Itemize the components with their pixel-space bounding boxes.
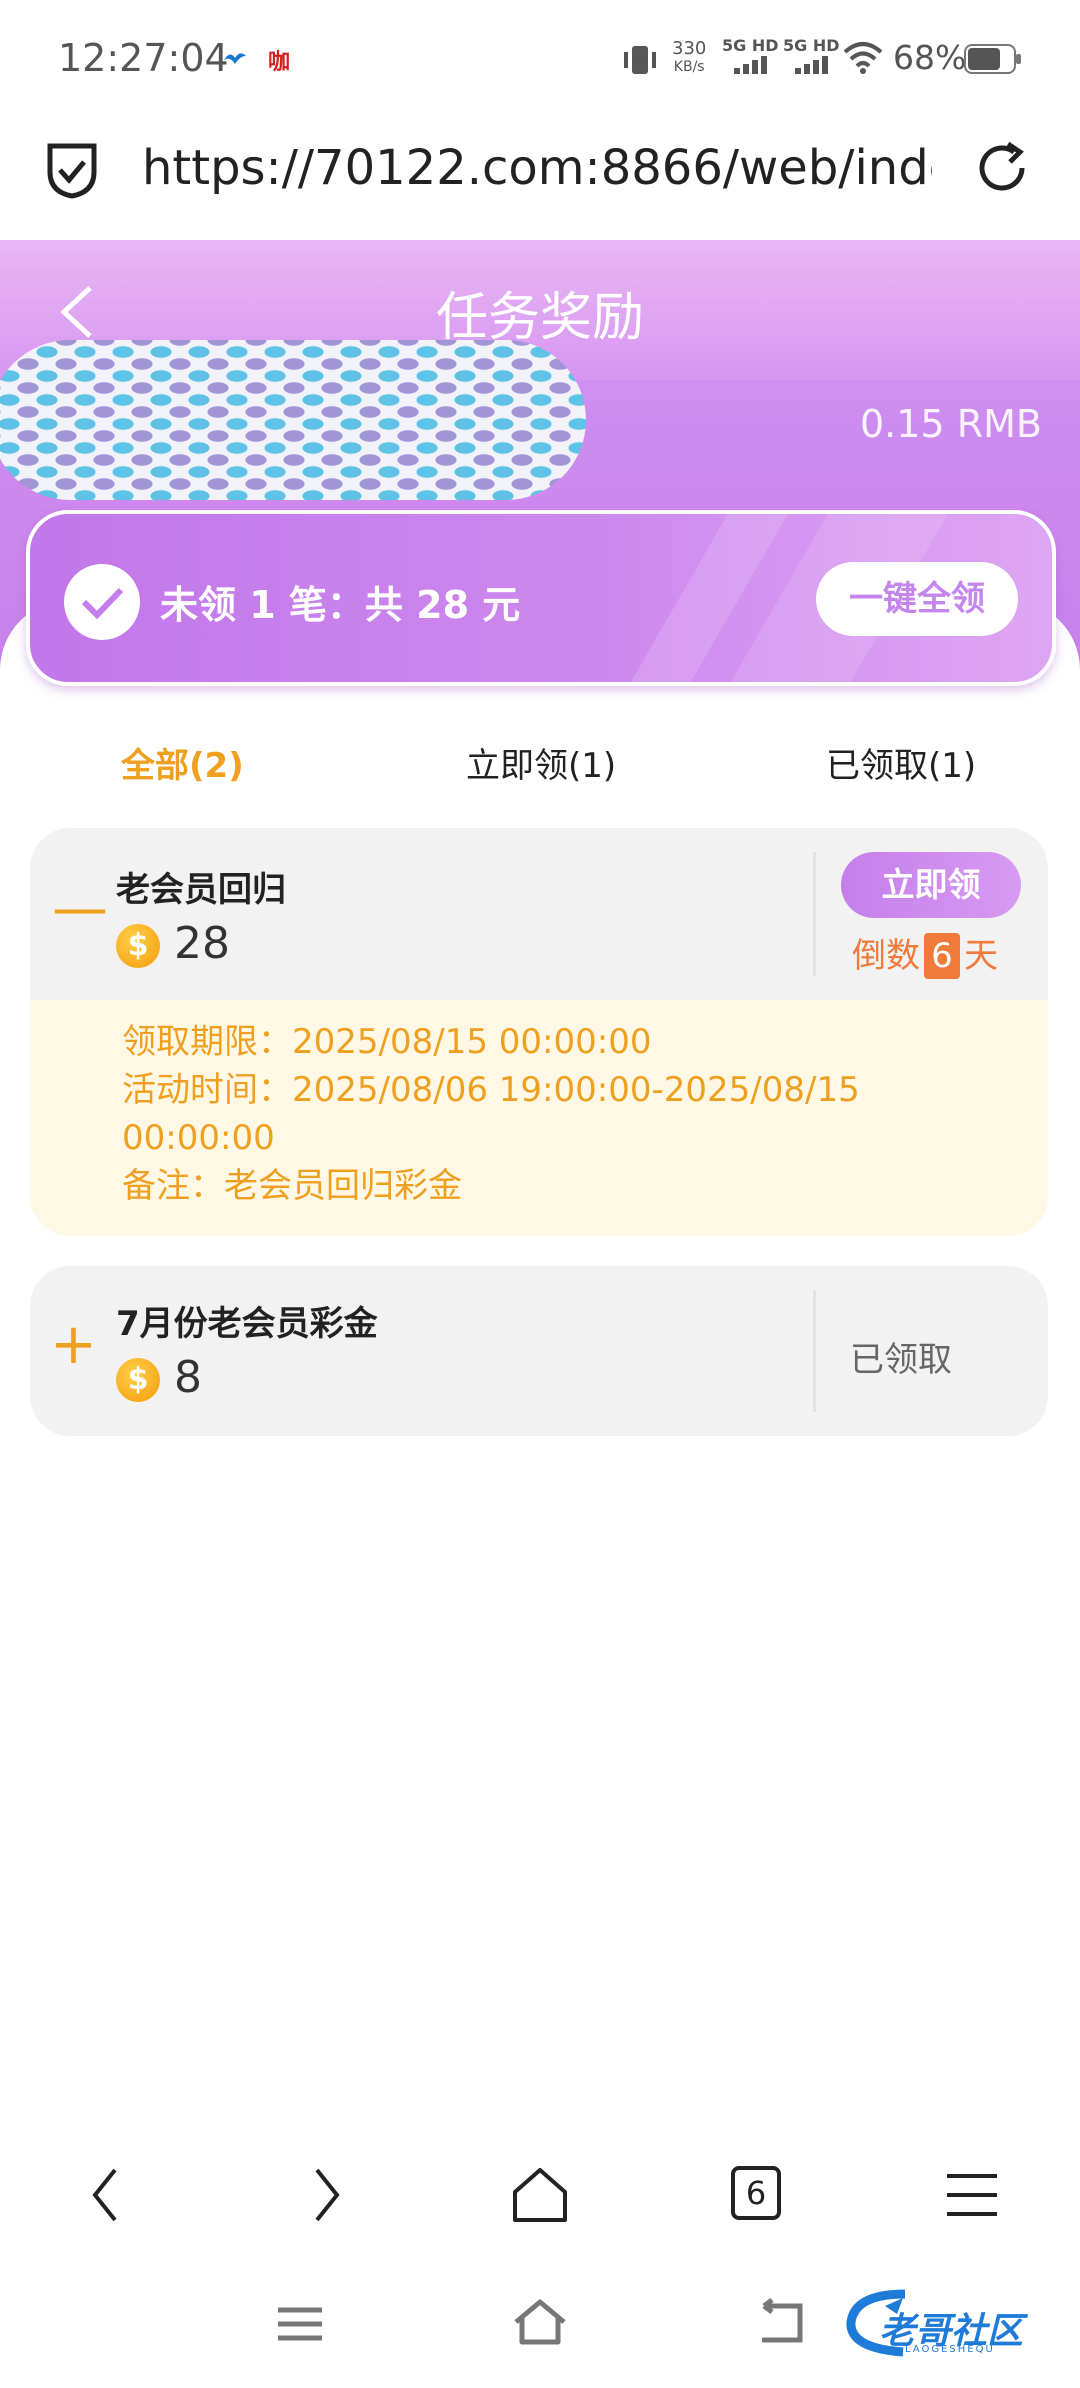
redacted-user-info (0, 340, 586, 500)
sys-back-icon[interactable] (752, 2298, 808, 2348)
nav-back-icon[interactable] (73, 2160, 143, 2230)
detail-activity-time-cont: 00:00:00 (122, 1118, 275, 1158)
coin-icon: $ (116, 1358, 160, 1402)
sim1-label: 5G HD (722, 36, 779, 55)
network-speed: 330 KB/s (672, 38, 707, 76)
detail-activity-time: 活动时间：2025/08/06 19:00:00-2025/08/15 (122, 1070, 860, 1110)
check-circle-icon (64, 564, 140, 640)
wifi-icon (843, 42, 883, 74)
nav-home-icon[interactable] (505, 2160, 575, 2230)
sys-home-icon[interactable] (510, 2296, 570, 2348)
summary-card: 未领 1 笔：共 28 元 一键全领 (26, 510, 1056, 686)
coffee-app-icon: 咖 (268, 50, 291, 75)
divider (813, 852, 816, 976)
nav-menu-icon[interactable] (937, 2160, 1007, 2230)
bird-app-icon (224, 53, 246, 64)
battery-percent: 68% (893, 38, 967, 77)
countdown: 倒数 6 天 (852, 928, 998, 979)
tab-claimed[interactable]: 已领取(1) (826, 738, 976, 787)
coin-icon: $ (116, 924, 160, 968)
summary-text: 未领 1 笔：共 28 元 (160, 583, 521, 627)
url-input[interactable]: https://70122.com:8866/web/index (142, 140, 932, 196)
divider (813, 1290, 816, 1412)
expand-toggle[interactable]: + (50, 1312, 97, 1377)
collapse-toggle[interactable]: — (52, 876, 108, 941)
reload-icon[interactable] (974, 138, 1034, 198)
vibrate-icon (624, 46, 656, 74)
signal-icon-1 (734, 56, 767, 74)
logo-subtext: LAOGESHEQU (905, 2344, 995, 2355)
sim2-label: 5G HD (783, 36, 840, 55)
countdown-suffix: 天 (964, 936, 998, 976)
countdown-days: 6 (924, 933, 960, 979)
claim-now-button[interactable]: 立即领 (841, 852, 1021, 918)
battery-icon (964, 44, 1021, 74)
nav-forward-icon[interactable] (289, 2160, 359, 2230)
balance-value: 0.15 RMB (860, 402, 1042, 446)
reward-title: 老会员回归 (116, 870, 286, 910)
tab-claim-now[interactable]: 立即领(1) (466, 738, 616, 787)
countdown-prefix: 倒数 (852, 936, 920, 976)
page-title: 任务奖励 (435, 288, 644, 348)
reward-amount: 28 (174, 918, 230, 969)
nav-tabs-button[interactable]: 6 (731, 2166, 781, 2220)
reward-card: — 老会员回归 $ 28 立即领 倒数 6 天 领取期限：2025/08/15 00… (30, 828, 1048, 1236)
signal-icon-2 (795, 56, 828, 74)
tab-all[interactable]: 全部(2) (121, 738, 244, 787)
reward-amount: 8 (174, 1352, 202, 1403)
detail-note: 备注：老会员回归彩金 (122, 1166, 462, 1206)
sys-menu-icon[interactable] (272, 2300, 328, 2348)
claim-all-button[interactable]: 一键全领 (816, 562, 1018, 636)
reward-details: 领取期限：2025/08/15 00:00:00 活动时间：2025/08/06… (30, 1000, 1048, 1236)
shield-check-icon[interactable] (44, 140, 100, 200)
laoge-logo: 老哥社区 LAOGESHEQU (845, 2286, 1065, 2366)
claimed-status: 已领取 (850, 1340, 952, 1380)
detail-deadline: 领取期限：2025/08/15 00:00:00 (122, 1022, 652, 1062)
status-time: 12:27:04 (58, 36, 229, 80)
reward-title: 7月份老会员彩金 (116, 1304, 378, 1344)
